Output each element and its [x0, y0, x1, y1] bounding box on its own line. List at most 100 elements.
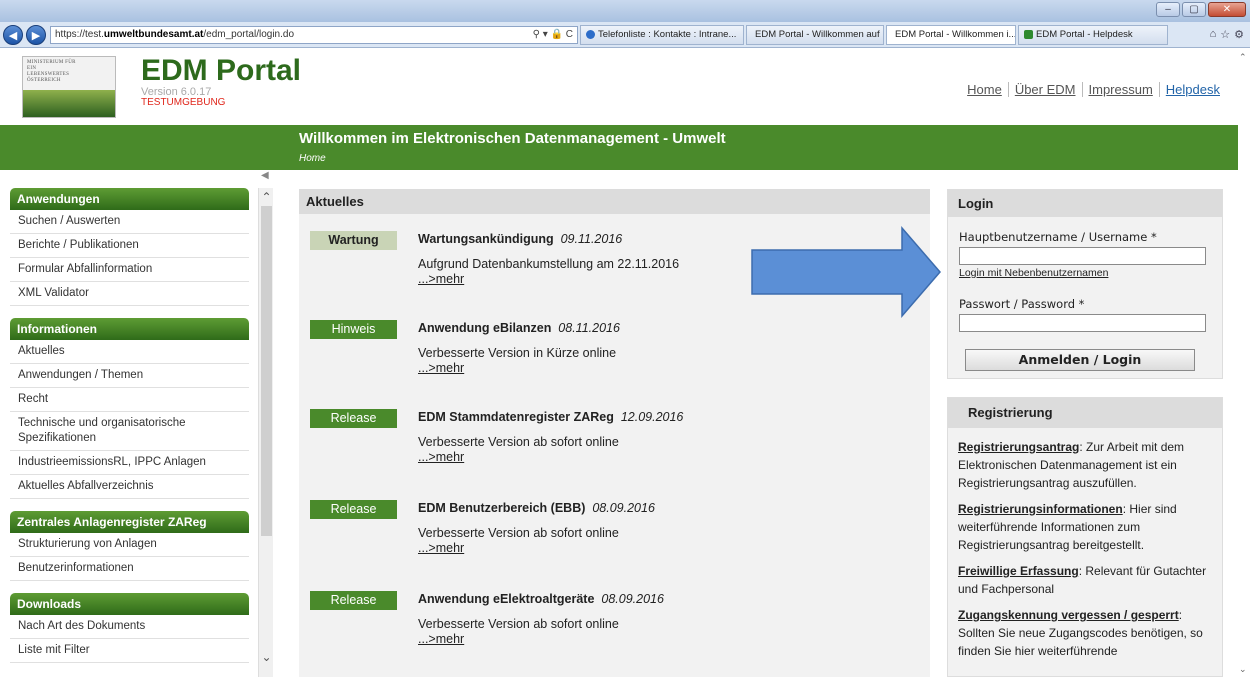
registration-item: Registrierungsantrag: Zur Arbeit mit dem…: [958, 440, 1185, 490]
registration-heading: Registrierung: [948, 398, 1222, 428]
news-text: Verbesserte Version ab sofort online: [418, 526, 619, 540]
sidebar-group-zareg: Zentrales Anlagenregister ZAReg Struktur…: [10, 511, 249, 581]
news-title[interactable]: EDM Benutzerbereich (EBB) 08.09.2016: [418, 501, 655, 515]
tab-favicon-icon: [586, 30, 595, 39]
sidebar: Anwendungen Suchen / Auswerten Berichte …: [10, 188, 249, 675]
sidebar-item[interactable]: Suchen / Auswerten: [10, 210, 249, 234]
address-bar[interactable]: https://test.umweltbundesamt.at/edm_port…: [50, 25, 578, 44]
news-badge: Release: [310, 591, 397, 610]
sidebar-group-downloads: Downloads Nach Art des Dokuments Liste m…: [10, 593, 249, 663]
sidebar-scrollbar[interactable]: ⌃ ⌄: [258, 188, 273, 677]
scrollbar-thumb[interactable]: [261, 206, 272, 536]
sidebar-item[interactable]: XML Validator: [10, 282, 249, 306]
sidebar-item[interactable]: Nach Art des Dokuments: [10, 615, 249, 639]
favorites-icon[interactable]: ☆: [1220, 28, 1230, 41]
login-heading: Login: [948, 190, 1222, 217]
page-title: Willkommen im Elektronischen Datenmanage…: [299, 130, 726, 147]
news-heading: Aktuelles: [299, 189, 930, 214]
nav-link-helpdesk[interactable]: Helpdesk: [1160, 82, 1226, 97]
news-text: Verbesserte Version ab sofort online: [418, 435, 619, 449]
collapse-sidebar-icon[interactable]: ◀: [261, 170, 269, 181]
annotation-arrow-icon: [751, 226, 941, 318]
news-title[interactable]: Anwendung eElektroaltgeräte 08.09.2016: [418, 592, 664, 606]
nav-link-home[interactable]: Home: [961, 82, 1009, 97]
nav-link-about[interactable]: Über EDM: [1009, 82, 1083, 97]
registration-link[interactable]: Zugangskennung vergessen / gesperrt: [958, 608, 1179, 622]
news-title[interactable]: EDM Stammdatenregister ZAReg 12.09.2016: [418, 410, 683, 424]
forward-icon[interactable]: ▶: [26, 24, 46, 45]
logo-text: MINISTERIUM FÜR EIN LEBENSWERTES ÖSTERRE…: [27, 60, 76, 83]
sub-user-login-link[interactable]: Login mit Nebenbenutzernamen: [959, 267, 1108, 279]
tab-favicon-icon: [1024, 30, 1033, 39]
username-input[interactable]: [959, 247, 1206, 265]
scroll-down-icon[interactable]: ⌄: [259, 650, 274, 665]
news-text: Verbesserte Version ab sofort online: [418, 617, 619, 631]
sidebar-item[interactable]: IndustrieemissionsRL, IPPC Anlagen: [10, 451, 249, 475]
address-tools-icon[interactable]: ⚲ ▾ 🔒 C: [533, 27, 577, 43]
sidebar-group-title: Zentrales Anlagenregister ZAReg: [10, 511, 249, 533]
environment-label: TESTUMGEBUNG: [141, 97, 226, 108]
sidebar-item[interactable]: Recht: [10, 388, 249, 412]
news-more-link[interactable]: ...>mehr: [418, 272, 464, 286]
ministry-logo[interactable]: MINISTERIUM FÜR EIN LEBENSWERTES ÖSTERRE…: [22, 56, 116, 118]
window-titlebar: – ▢ ✕: [0, 0, 1250, 22]
sidebar-item[interactable]: Technische und organisatorische Spezifik…: [10, 412, 249, 451]
news-badge: Wartung: [310, 231, 397, 250]
password-label: Passwort / Password *: [959, 297, 1085, 311]
brand-title: EDM Portal: [141, 54, 302, 87]
browser-navbar: ◀ ▶ https://test.umweltbundesamt.at/edm_…: [0, 22, 1250, 48]
news-more-link[interactable]: ...>mehr: [418, 450, 464, 464]
news-badge: Hinweis: [310, 320, 397, 339]
scroll-down-icon[interactable]: ⌄: [1239, 664, 1247, 675]
browser-tab[interactable]: EDM Portal - Willkommen auf ...: [746, 24, 884, 45]
password-input[interactable]: [959, 314, 1206, 332]
sidebar-item[interactable]: Anwendungen / Themen: [10, 364, 249, 388]
settings-icon[interactable]: ⚙: [1234, 28, 1244, 41]
registration-body: Registrierungsantrag: Zur Arbeit mit dem…: [948, 428, 1222, 660]
news-more-link[interactable]: ...>mehr: [418, 361, 464, 375]
registration-link[interactable]: Freiwillige Erfassung: [958, 564, 1079, 578]
scroll-up-icon[interactable]: ⌃: [1239, 52, 1247, 63]
news-title[interactable]: Wartungsankündigung 09.11.2016: [418, 232, 622, 246]
news-more-link[interactable]: ...>mehr: [418, 541, 464, 555]
registration-panel: Registrierung Registrierungsantrag: Zur …: [947, 397, 1223, 677]
page-header: MINISTERIUM FÜR EIN LEBENSWERTES ÖSTERRE…: [0, 48, 1250, 125]
news-badge: Release: [310, 409, 397, 428]
minimize-icon[interactable]: –: [1156, 2, 1180, 17]
nav-link-impressum[interactable]: Impressum: [1083, 82, 1160, 97]
sidebar-item[interactable]: Liste mit Filter: [10, 639, 249, 663]
sidebar-item[interactable]: Strukturierung von Anlagen: [10, 533, 249, 557]
sidebar-item[interactable]: Aktuelles Abfallverzeichnis: [10, 475, 249, 499]
registration-item: Freiwillige Erfassung: Relevant für Guta…: [958, 564, 1207, 596]
sidebar-item[interactable]: Aktuelles: [10, 340, 249, 364]
browser-tab-active[interactable]: EDM Portal - Willkommen i... ×: [886, 24, 1016, 45]
sidebar-group-title: Downloads: [10, 593, 249, 615]
login-panel: Login Hauptbenutzername / Username * Log…: [947, 189, 1223, 379]
top-nav: Home Über EDM Impressum Helpdesk: [961, 82, 1226, 97]
login-button[interactable]: Anmelden / Login: [965, 349, 1195, 371]
back-icon[interactable]: ◀: [3, 24, 23, 45]
news-more-link[interactable]: ...>mehr: [418, 632, 464, 646]
page-scrollbar[interactable]: ⌃ ⌄: [1238, 48, 1250, 677]
browser-toolbar-icons: ⌂ ☆ ⚙: [1210, 28, 1244, 41]
home-icon[interactable]: ⌂: [1210, 28, 1217, 41]
browser-tab[interactable]: EDM Portal - Helpdesk: [1018, 24, 1168, 45]
browser-tab[interactable]: Telefonliste : Kontakte : Intrane...: [580, 24, 744, 45]
username-label: Hauptbenutzername / Username *: [959, 230, 1157, 244]
scroll-up-icon[interactable]: ⌃: [259, 190, 274, 205]
news-text: Verbesserte Version in Kürze online: [418, 346, 617, 360]
breadcrumb[interactable]: Home: [299, 153, 326, 164]
sidebar-item[interactable]: Formular Abfallinformation: [10, 258, 249, 282]
registration-link[interactable]: Registrierungsantrag: [958, 440, 1079, 454]
close-icon[interactable]: ✕: [1208, 2, 1246, 17]
maximize-icon[interactable]: ▢: [1182, 2, 1206, 17]
welcome-banner: Willkommen im Elektronischen Datenmanage…: [0, 125, 1250, 170]
sidebar-item[interactable]: Benutzerinformationen: [10, 557, 249, 581]
news-text: Aufgrund Datenbankumstellung am 22.11.20…: [418, 257, 680, 271]
sidebar-group-title: Anwendungen: [10, 188, 249, 210]
sidebar-item[interactable]: Berichte / Publikationen: [10, 234, 249, 258]
news-title[interactable]: Anwendung eBilanzen 08.11.2016: [418, 321, 620, 335]
registration-link[interactable]: Registrierungsinformationen: [958, 502, 1123, 516]
sidebar-group-informationen: Informationen Aktuelles Anwendungen / Th…: [10, 318, 249, 499]
news-badge: Release: [310, 500, 397, 519]
